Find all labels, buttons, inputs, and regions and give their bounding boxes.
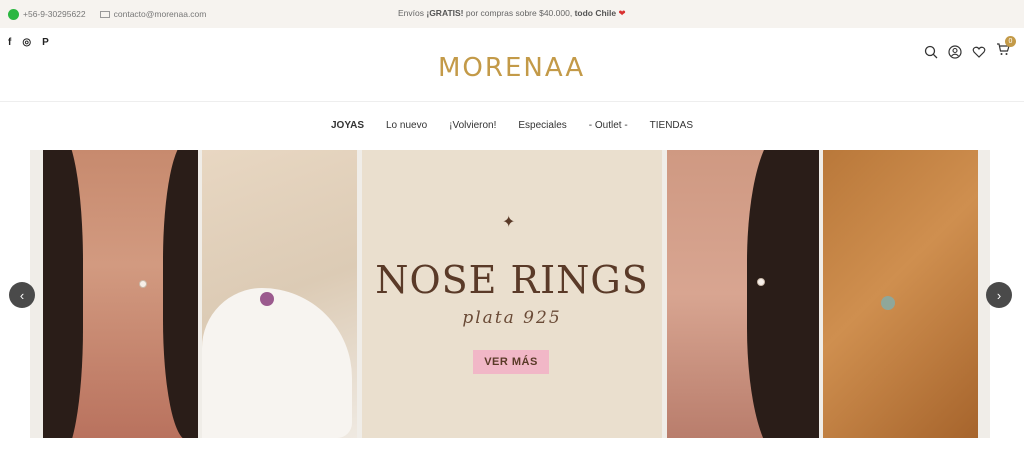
search-icon[interactable] (924, 45, 938, 59)
cart-button[interactable]: 0 (996, 36, 1016, 61)
nav-item-outlet[interactable]: - Outlet - (589, 120, 628, 131)
slider-next-button[interactable]: › (986, 282, 1012, 308)
header-icons: 0 (924, 36, 1016, 61)
wishlist-icon[interactable] (972, 45, 986, 59)
nav-item-lo-nuevo[interactable]: Lo nuevo (386, 120, 427, 131)
nav-item-especiales[interactable]: Especiales (518, 120, 566, 131)
site-header: f ◎ P MORENAA 0 (0, 28, 1024, 102)
email-contact[interactable]: contacto@morenaa.com (99, 9, 207, 19)
hero-slider: ✦ NOSE RINGS plata 925 VER MÁS (30, 150, 990, 438)
nav-item-tiendas[interactable]: TIENDAS (650, 120, 693, 131)
instagram-icon[interactable]: ◎ (22, 37, 31, 48)
banner-title: NOSE RINGS (375, 258, 649, 302)
whatsapp-icon (8, 8, 19, 20)
banner-subtitle: plata 925 (462, 308, 562, 328)
heart-emoji-icon: ❤ (618, 8, 626, 18)
gem-stud (881, 296, 895, 310)
hair-shape (163, 150, 198, 438)
slide-image-model-left (43, 150, 198, 438)
nav-item-volvieron[interactable]: ¡Volvieron! (449, 120, 496, 131)
ver-mas-button[interactable]: VER MÁS (473, 350, 549, 374)
cart-count-badge: 0 (1005, 36, 1016, 47)
white-rock (202, 288, 352, 438)
main-nav: JOYAS Lo nuevo ¡Volvieron! Especiales - … (0, 102, 1024, 148)
slider-prev-button[interactable]: ‹ (9, 282, 35, 308)
phone-contact[interactable]: +56-9-30295622 (8, 8, 86, 20)
slide-banner: ✦ NOSE RINGS plata 925 VER MÁS (362, 150, 662, 438)
account-icon[interactable] (948, 44, 962, 59)
sparkle-icon: ✦ (502, 214, 516, 231)
nose-stud (757, 278, 765, 286)
social-links: f ◎ P (8, 37, 49, 48)
top-bar: +56-9-30295622 contacto@morenaa.com Enví… (0, 0, 1024, 28)
hair-shape (43, 150, 83, 438)
phone-text: +56-9-30295622 (23, 9, 86, 19)
slide-image-model-right (667, 150, 819, 438)
site-logo[interactable]: MORENAA (438, 53, 585, 83)
facebook-icon[interactable]: f (8, 37, 11, 48)
slide-image-product-wood (823, 150, 978, 438)
pinterest-icon[interactable]: P (42, 37, 49, 48)
email-text: contacto@morenaa.com (113, 9, 207, 19)
shipping-promo: Envíos ¡GRATIS! por compras sobre $40.00… (398, 8, 626, 18)
hair-shape (747, 150, 819, 438)
flower-stud (260, 292, 274, 306)
slide-image-product-rock (202, 150, 357, 438)
nose-stud (139, 280, 147, 288)
nav-item-joyas[interactable]: JOYAS (331, 120, 364, 131)
mail-icon (99, 10, 110, 18)
